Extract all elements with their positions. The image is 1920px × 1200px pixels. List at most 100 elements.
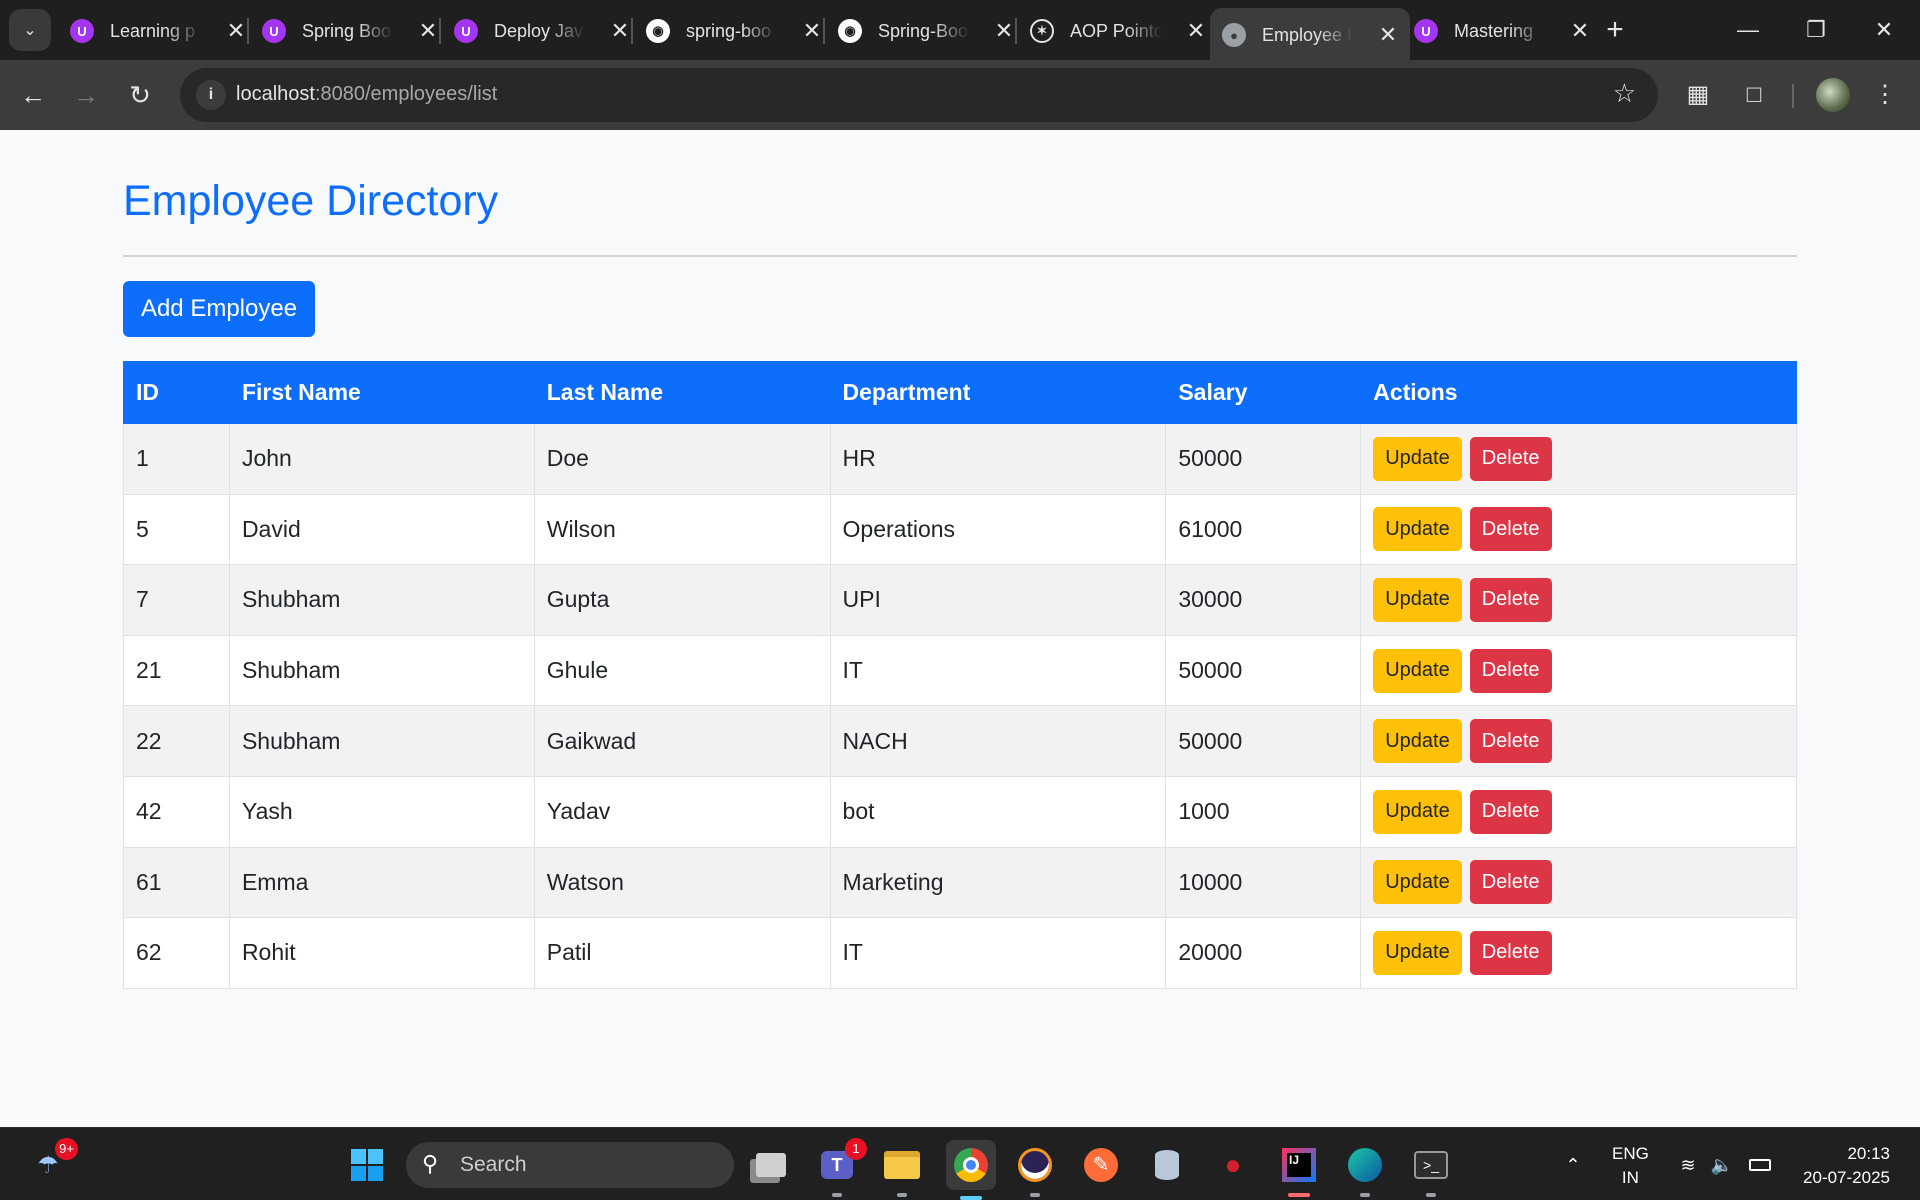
site-info-icon[interactable]: i [196,80,226,110]
cell-first-name: Shubham [228,564,535,636]
delete-button[interactable]: Delete [1469,436,1552,481]
restore-button[interactable]: ❐ [1796,12,1836,48]
cherry-icon[interactable]: ● [1211,1143,1255,1187]
tab-title: Learning p [110,20,196,41]
menu-kebab-icon[interactable]: ⋮ [1868,78,1902,112]
reload-button[interactable]: ↻ [121,76,159,114]
column-header: Salary [1165,361,1362,424]
delete-button[interactable]: Delete [1469,507,1552,552]
postman-icon[interactable]: ✎ [1079,1143,1123,1187]
edge-icon[interactable] [1343,1143,1387,1197]
page-content: Employee Directory Add Employee ID First … [0,130,1920,1127]
page-title: Employee Directory [123,177,499,225]
address-bar[interactable]: i localhost:8080/employees/list ☆ [180,68,1658,122]
update-button[interactable]: Update [1373,507,1462,552]
file-explorer-icon[interactable] [880,1143,924,1197]
clock-time: 20:13 [1847,1144,1890,1163]
battery-icon[interactable] [1738,1143,1782,1187]
close-tab-icon[interactable]: ✕ [418,18,438,44]
update-button[interactable]: Update [1373,789,1462,834]
eclipse-icon[interactable] [1013,1143,1057,1197]
column-header: First Name [228,361,535,424]
tab-title: Spring-Boo [878,20,969,41]
close-window-button[interactable]: ✕ [1864,12,1904,48]
forward-button[interactable]: → [67,76,105,114]
update-button[interactable]: Update [1373,436,1462,481]
browser-tab[interactable]: U Mastering ✕ [1402,10,1602,52]
table-row: 22 Shubham Gaikwad NACH 50000 Update Delete [123,705,1797,777]
intellij-icon[interactable]: IJ [1277,1143,1321,1197]
language-indicator[interactable]: ENG IN [1612,1142,1649,1190]
add-employee-button[interactable]: Add Employee [123,281,315,337]
cell-actions: Update Delete [1360,775,1797,848]
tab-search-button[interactable]: ⌄ [9,9,51,51]
profile-avatar[interactable] [1816,78,1850,112]
close-tab-icon[interactable]: ✕ [1378,22,1398,48]
delete-button[interactable]: Delete [1469,860,1552,905]
new-tab-button[interactable]: + [1598,14,1632,48]
close-tab-icon[interactable]: ✕ [1186,18,1206,44]
update-button[interactable]: Update [1373,860,1462,905]
cell-id: 42 [123,775,230,848]
browser-tab[interactable]: ◉ spring-boo ✕ [634,10,834,52]
delete-button[interactable]: Delete [1469,648,1552,693]
terminal-icon[interactable]: >_ [1409,1143,1453,1197]
browser-tab[interactable]: ● Employee I ✕ [1210,8,1410,60]
taskbar-search[interactable]: ⚲ Search [406,1142,734,1188]
cell-department: IT [829,634,1167,707]
update-button[interactable]: Update [1373,648,1462,693]
close-tab-icon[interactable]: ✕ [610,18,630,44]
url-text[interactable]: localhost:8080/employees/list [236,83,497,106]
qr-code-icon[interactable]: ▦ [1681,78,1715,112]
browser-tab[interactable]: U Deploy Jav ✕ [442,10,642,52]
cell-department: Marketing [829,846,1167,919]
browser-tab[interactable]: ✶ AOP Pointc ✕ [1018,10,1218,52]
cell-first-name: Shubham [228,705,535,777]
extensions-icon[interactable]: □ [1737,78,1771,112]
chrome-icon[interactable] [946,1140,996,1200]
delete-button[interactable]: Delete [1469,719,1552,764]
weather-widget[interactable]: ☂ 9+ [26,1138,78,1187]
windows-taskbar: ☂ 9+ ⚲ Search T 1 ✎ ● IJ >_ ⌃ ENG IN ≋ 🔈… [0,1127,1920,1200]
cell-actions: Update Delete [1360,917,1797,989]
tab-separator [631,18,633,44]
close-tab-icon[interactable]: ✕ [802,18,822,44]
tab-title: Mastering [1454,20,1534,41]
minimize-button[interactable]: — [1728,12,1768,48]
delete-button[interactable]: Delete [1469,789,1552,834]
start-button[interactable] [345,1143,389,1187]
close-tab-icon[interactable]: ✕ [226,18,246,44]
language-region: IN [1621,1168,1639,1187]
update-button[interactable]: Update [1373,577,1462,622]
github-icon: ◉ [646,19,670,43]
back-button[interactable]: ← [14,76,52,114]
browser-tab[interactable]: ◉ Spring-Boo ✕ [826,10,1026,52]
bookmark-star-icon[interactable]: ☆ [1613,78,1636,109]
tab-separator [1015,18,1017,44]
employee-table: ID First Name Last Name Department Salary Act… [123,361,1797,989]
teams-icon[interactable]: T 1 [815,1138,867,1197]
chevron-up-icon[interactable]: ⌃ [1551,1143,1595,1187]
cell-id: 5 [123,493,230,566]
update-button[interactable]: Update [1373,930,1462,975]
close-tab-icon[interactable]: ✕ [994,18,1014,44]
cell-department: bot [829,775,1167,848]
task-view-icon[interactable] [749,1143,793,1187]
close-tab-icon[interactable]: ✕ [1570,18,1590,44]
cell-actions: Update Delete [1360,634,1797,707]
cell-last-name: Ghule [533,634,831,707]
browser-tab[interactable]: U Spring Boo ✕ [250,10,450,52]
tab-title: Deploy Jav [494,20,584,41]
cell-id: 22 [123,705,230,777]
table-row: 7 Shubham Gupta UPI 30000 Update Delete [123,564,1797,636]
search-icon: ⚲ [422,1151,439,1176]
database-icon[interactable] [1145,1143,1189,1187]
delete-button[interactable]: Delete [1469,577,1552,622]
system-clock[interactable]: 20:13 20-07-2025 [1803,1142,1890,1190]
delete-button[interactable]: Delete [1469,930,1552,975]
tab-separator [439,18,441,44]
table-row: 1 John Doe HR 50000 Update Delete [123,423,1797,495]
update-button[interactable]: Update [1373,719,1462,764]
browser-tab[interactable]: U Learning p ✕ [58,10,258,52]
search-label: Search [460,1153,527,1176]
